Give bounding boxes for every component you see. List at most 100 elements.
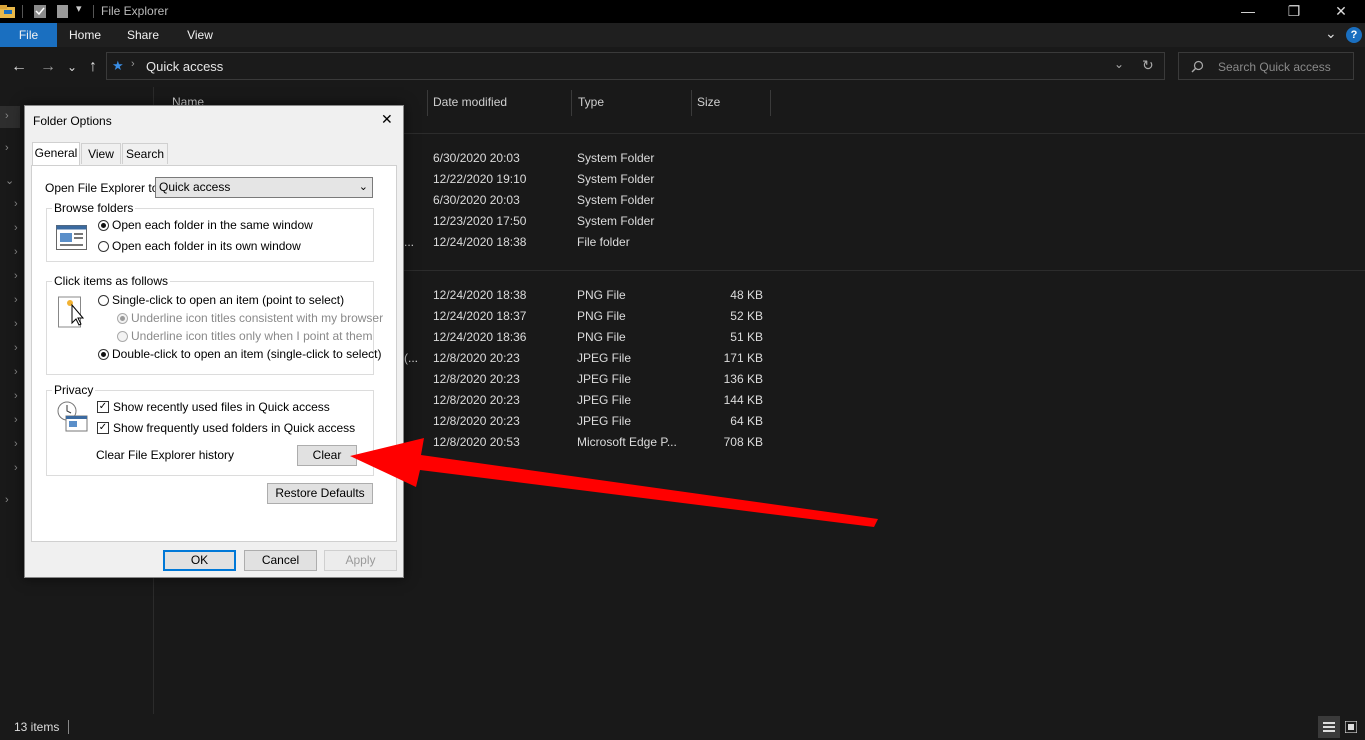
recent-files-checkbox[interactable]: ✓ [97,401,109,413]
table-row[interactable]: 12/8/2020 20:23 JPEG File 136 KB [404,369,804,390]
forward-button[interactable]: → [38,57,58,77]
expand-chevron-icon[interactable]: › [5,142,17,156]
frequent-folders-label[interactable]: Show frequently used folders in Quick ac… [113,421,355,435]
underline-browser-radio[interactable] [117,313,128,324]
column-header-type[interactable]: Type [578,88,604,116]
minimize-button[interactable]: — [1225,0,1271,23]
large-icons-view-icon[interactable] [1345,721,1357,733]
table-row[interactable]: 12/22/2020 19:10 System Folder [404,169,804,190]
clear-history-label: Clear File Explorer history [96,448,235,462]
column-divider[interactable] [691,90,692,116]
collapse-chevron-icon[interactable]: ⌄ [5,174,17,188]
same-window-radio[interactable] [98,220,109,231]
underline-point-radio[interactable] [117,331,128,342]
clear-history-button[interactable]: Clear [297,445,357,466]
properties-icon[interactable] [33,4,48,19]
search-box[interactable]: Search Quick access [1178,52,1354,80]
ribbon-expand-icon[interactable]: ⌄ [1325,25,1337,42]
row-date: 12/24/2020 18:36 [433,330,527,344]
cancel-button[interactable]: Cancel [244,550,317,571]
quick-access-star-icon: ★ [112,58,124,73]
folder-options-dialog: Folder Options ✕ General View Search Ope… [24,105,404,578]
row-date: 12/8/2020 20:23 [433,414,520,428]
dialog-close-button[interactable]: ✕ [381,111,393,128]
single-click-label[interactable]: Single-click to open an item (point to s… [112,293,344,307]
table-row[interactable]: 12/24/2020 18:37 PNG File 52 KB [404,306,804,327]
double-click-radio[interactable] [98,349,109,360]
expand-chevron-icon[interactable]: › [5,494,17,508]
tab-view[interactable]: View [81,143,121,164]
browse-folders-icon [56,225,87,250]
recent-files-label[interactable]: Show recently used files in Quick access [113,400,330,414]
refresh-icon[interactable]: ↻ [1142,57,1154,74]
row-date: 12/24/2020 18:37 [433,309,527,323]
recent-locations-button[interactable]: ⌄ [62,57,82,77]
new-folder-icon[interactable] [56,4,70,19]
row-size: 51 KB [730,330,763,344]
row-type: System Folder [577,172,655,186]
same-window-label[interactable]: Open each folder in the same window [112,218,313,232]
close-button[interactable]: ✕ [1318,0,1364,23]
expand-chevron-icon[interactable]: › [5,110,17,124]
tab-view[interactable]: View [175,23,225,47]
row-date: 12/24/2020 18:38 [433,288,527,302]
table-row[interactable]: 12/8/2020 20:23 JPEG File 144 KB [404,390,804,411]
tab-file[interactable]: File [0,23,57,47]
separator [93,5,94,18]
underline-browser-label[interactable]: Underline icon titles consistent with my… [131,311,383,325]
column-divider[interactable] [427,90,428,116]
tab-home[interactable]: Home [60,23,110,47]
column-divider[interactable] [571,90,572,116]
table-row[interactable]: 12/24/2020 18:36 PNG File 51 KB [404,327,804,348]
column-divider[interactable] [770,90,771,116]
address-bar[interactable]: ★ › Quick access ⌄ ↻ [106,52,1165,80]
quick-access-dropdown-icon[interactable]: ▾ [76,2,82,15]
breadcrumb[interactable]: Quick access [146,59,223,74]
details-view-button[interactable] [1318,716,1340,738]
browse-folders-group [46,208,374,262]
table-row[interactable]: 6/30/2020 20:03 System Folder [404,148,804,169]
row-date: 6/30/2020 20:03 [433,151,520,165]
pointer-click-icon [58,296,84,328]
open-to-select[interactable]: Quick access ⌄ [155,177,373,198]
underline-point-label[interactable]: Underline icon titles only when I point … [131,329,372,343]
table-row[interactable]: 12/8/2020 20:53 Microsoft Edge P... 708 … [404,432,804,453]
single-click-radio[interactable] [98,295,109,306]
row-type: Microsoft Edge P... [577,435,677,449]
row-type: System Folder [577,151,655,165]
apply-button[interactable]: Apply [324,550,397,571]
click-items-legend: Click items as follows [52,274,171,288]
ok-button[interactable]: OK [163,550,236,571]
double-click-label[interactable]: Double-click to open an item (single-cli… [112,347,381,361]
table-row[interactable]: 6/30/2020 20:03 System Folder [404,190,804,211]
browse-folders-legend: Browse folders [52,201,136,215]
column-header-date-modified[interactable]: Date modified [433,88,507,116]
search-input[interactable]: Search Quick access [1218,60,1331,74]
restore-button[interactable]: ❐ [1271,0,1317,23]
row-date: 12/22/2020 19:10 [433,172,527,186]
table-row[interactable]: ... 12/24/2020 18:38 File folder [404,232,804,253]
tab-general[interactable]: General [32,142,80,165]
address-dropdown-icon[interactable]: ⌄ [1114,57,1124,71]
row-type: System Folder [577,214,655,228]
table-row[interactable]: 12/23/2020 17:50 System Folder [404,211,804,232]
help-icon[interactable]: ? [1346,27,1362,43]
open-to-label: Open File Explorer to: [45,181,162,195]
own-window-label[interactable]: Open each folder in its own window [112,239,301,253]
up-button[interactable]: ↑ [83,57,103,77]
tab-share[interactable]: Share [118,23,168,47]
frequent-folders-checkbox[interactable]: ✓ [97,422,109,434]
table-row[interactable]: 12/24/2020 18:38 PNG File 48 KB [404,285,804,306]
group-divider [404,133,1365,134]
column-header-size[interactable]: Size [697,88,720,116]
row-type: System Folder [577,193,655,207]
row-type: PNG File [577,309,626,323]
tab-search[interactable]: Search [122,143,168,164]
own-window-radio[interactable] [98,241,109,252]
table-row[interactable]: (... 12/8/2020 20:23 JPEG File 171 KB [404,348,804,369]
table-row[interactable]: 12/8/2020 20:23 JPEG File 64 KB [404,411,804,432]
row-date: 12/8/2020 20:53 [433,435,520,449]
restore-defaults-button[interactable]: Restore Defaults [267,483,373,504]
window-title: File Explorer [101,4,169,18]
back-button[interactable]: ← [9,57,29,77]
